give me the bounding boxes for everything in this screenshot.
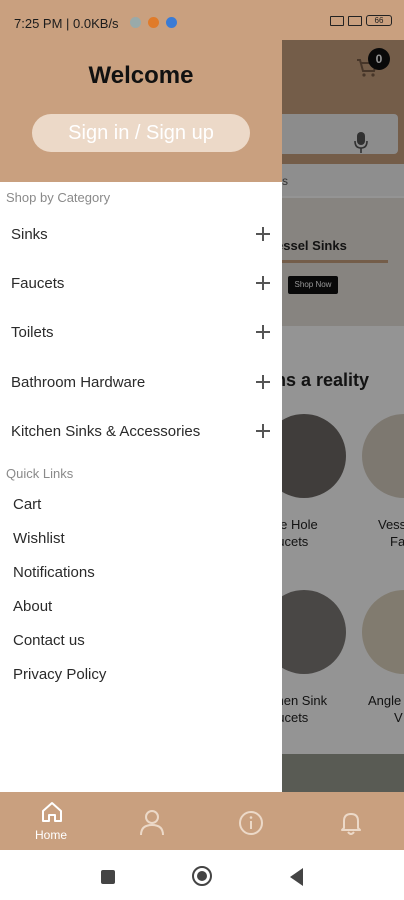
category-item-kitchen-sinks[interactable]: Kitchen Sinks & Accessories (0, 413, 282, 453)
category-label: Toilets (11, 324, 54, 341)
status-bar: 7:25 PM | 0.0KB/s 66 (0, 0, 404, 40)
status-notification-icon (166, 17, 177, 28)
plus-icon[interactable] (256, 424, 270, 438)
recent-apps-button[interactable] (101, 870, 115, 884)
drawer-header: Welcome Sign in / Sign up (0, 40, 282, 182)
welcome-title: Welcome (88, 62, 194, 89)
drawer-scrim[interactable] (282, 40, 404, 792)
quick-link-wishlist[interactable]: Wishlist (13, 530, 65, 547)
quick-link-contact[interactable]: Contact us (13, 632, 85, 649)
category-item-faucets[interactable]: Faucets (0, 265, 282, 305)
quick-links-title: Quick Links (6, 466, 74, 481)
signal-icon (348, 15, 362, 26)
status-notification-icon (148, 17, 159, 28)
shop-by-category-title: Shop by Category (6, 190, 111, 205)
category-item-sinks[interactable]: Sinks (0, 216, 282, 256)
bottom-navigation: Home (0, 792, 404, 850)
home-button[interactable] (192, 866, 212, 886)
battery-icon: 66 (366, 15, 392, 26)
status-indicators: 66 (330, 15, 392, 26)
quick-link-about[interactable]: About (13, 598, 52, 615)
status-time: 7:25 PM | 0.0KB/s (14, 16, 119, 31)
category-label: Kitchen Sinks & Accessories (11, 423, 201, 440)
plus-icon[interactable] (256, 276, 270, 290)
system-navigation-bar (0, 850, 404, 900)
quick-link-notifications[interactable]: Notifications (13, 564, 95, 581)
quick-link-privacy-policy[interactable]: Privacy Policy (13, 666, 106, 683)
sign-in-button[interactable]: Sign in / Sign up (32, 114, 250, 152)
status-notification-icon (130, 17, 141, 28)
home-icon (42, 802, 62, 822)
back-button[interactable] (290, 868, 303, 886)
nav-notifications[interactable] (321, 792, 381, 850)
category-label: Sinks (11, 226, 48, 243)
plus-icon[interactable] (256, 375, 270, 389)
category-item-toilets[interactable]: Toilets (0, 314, 282, 354)
nav-home-label: Home (34, 828, 67, 842)
navigation-drawer: Welcome Sign in / Sign up Shop by Catego… (0, 40, 282, 792)
bell-icon (341, 813, 361, 835)
nav-home[interactable]: Home (21, 792, 81, 850)
category-label: Faucets (11, 275, 65, 292)
signal-icon (330, 15, 344, 26)
info-icon (239, 811, 263, 835)
category-item-bathroom-hardware[interactable]: Bathroom Hardware (0, 364, 282, 404)
nav-info[interactable] (221, 792, 281, 850)
profile-icon (140, 810, 164, 836)
nav-profile[interactable] (122, 792, 182, 850)
plus-icon[interactable] (256, 227, 270, 241)
quick-link-cart[interactable]: Cart (13, 496, 41, 513)
plus-icon[interactable] (256, 325, 270, 339)
category-label: Bathroom Hardware (11, 374, 146, 391)
